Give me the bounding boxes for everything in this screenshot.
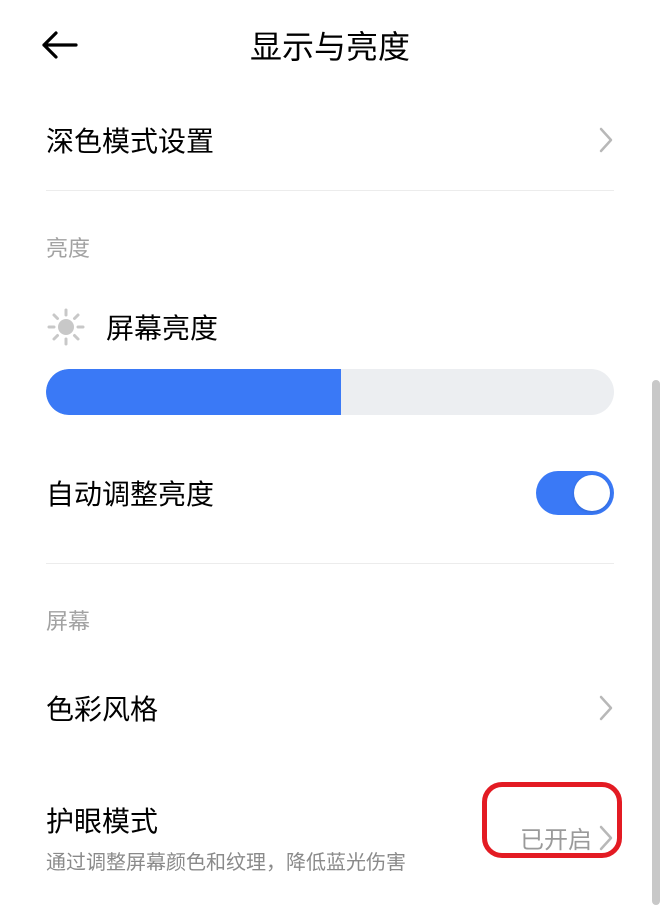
header-bar: 显示与亮度 — [0, 0, 660, 90]
scrollbar[interactable] — [652, 380, 660, 905]
row-label: 自动调整亮度 — [46, 473, 214, 513]
back-arrow-icon[interactable] — [40, 29, 80, 61]
row-color-style[interactable]: 色彩风格 — [0, 646, 660, 770]
page-title: 显示与亮度 — [40, 22, 620, 68]
brightness-slider-fill — [46, 369, 341, 415]
row-value: 已开启 — [520, 820, 592, 855]
row-screen-brightness: 屏幕亮度 — [0, 273, 660, 359]
row-label: 色彩风格 — [46, 688, 158, 728]
row-text-block: 护眼模式 通过调整屏幕颜色和纹理，降低蓝光伤害 — [46, 800, 406, 875]
row-auto-brightness: 自动调整亮度 — [0, 445, 660, 563]
sun-icon — [46, 307, 86, 347]
chevron-right-icon — [598, 126, 614, 154]
group-title-brightness: 亮度 — [0, 191, 660, 273]
chevron-right-icon — [598, 824, 614, 852]
group-title-screen: 屏幕 — [0, 564, 660, 646]
row-description: 通过调整屏幕颜色和纹理，降低蓝光伤害 — [46, 846, 406, 875]
row-value-block: 已开启 — [520, 820, 614, 855]
row-label: 护眼模式 — [46, 800, 406, 840]
brightness-label: 屏幕亮度 — [106, 307, 218, 347]
toggle-knob — [574, 475, 610, 511]
row-label: 深色模式设置 — [46, 120, 214, 160]
row-eye-care-mode[interactable]: 护眼模式 通过调整屏幕颜色和纹理，降低蓝光伤害 已开启 — [0, 770, 660, 875]
brightness-slider-wrap — [0, 359, 660, 445]
auto-brightness-toggle[interactable] — [536, 471, 614, 515]
chevron-right-icon — [598, 694, 614, 722]
brightness-slider[interactable] — [46, 369, 614, 415]
row-dark-mode-settings[interactable]: 深色模式设置 — [46, 90, 614, 190]
